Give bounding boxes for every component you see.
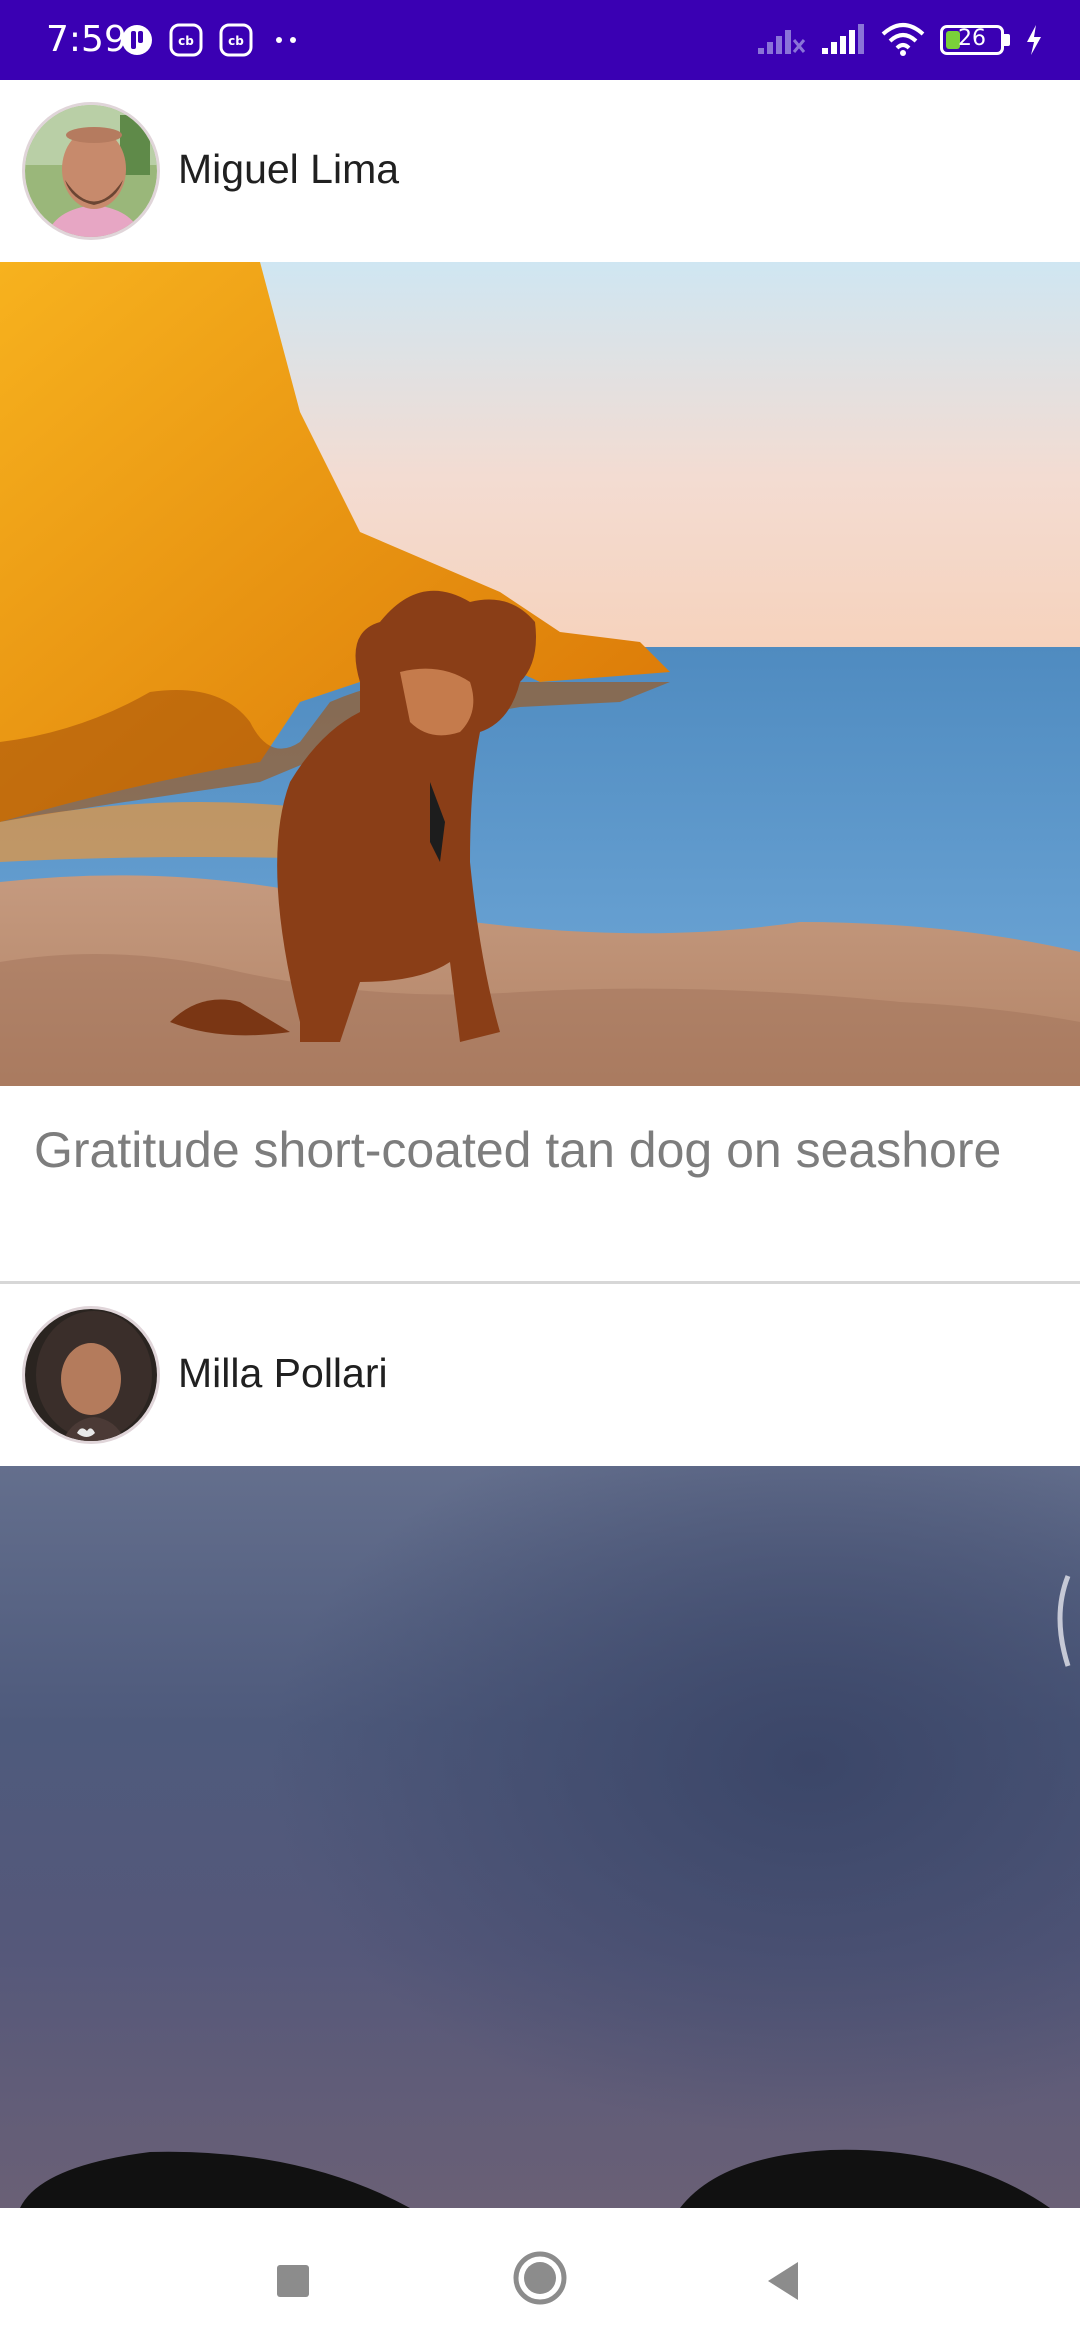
more-dots-icon	[276, 37, 296, 43]
svg-text:cb: cb	[228, 34, 244, 48]
status-right-icons: 26	[756, 16, 1044, 64]
notification-app-icon	[122, 25, 152, 55]
back-button[interactable]	[754, 2250, 816, 2312]
avatar[interactable]	[22, 102, 160, 240]
post-caption: Gratitude short-coated tan dog on seasho…	[34, 1122, 1002, 1178]
dog-on-beach-photo[interactable]	[0, 262, 1080, 1086]
cb-icon: cb	[219, 23, 253, 57]
svg-text:cb: cb	[178, 34, 194, 48]
post-header[interactable]: Miguel Lima	[0, 80, 1080, 262]
author-name[interactable]: Milla Pollari	[178, 1348, 388, 1398]
status-left-icons: cb cb	[120, 16, 304, 64]
signal-bars-icon	[822, 24, 864, 54]
author-name[interactable]: Miguel Lima	[178, 144, 399, 194]
signal-no-service-icon	[758, 30, 806, 54]
dog-ears-dusk-photo[interactable]	[0, 1466, 1080, 2208]
status-time: 7:59	[46, 19, 127, 60]
cb-icon: cb	[169, 23, 203, 57]
navigation-bar	[0, 2208, 1080, 2340]
avatar[interactable]	[22, 1306, 160, 1444]
status-bar: 7:59 cb cb 26	[0, 0, 1080, 80]
wifi-icon	[881, 23, 925, 56]
charging-bolt-icon	[1027, 25, 1041, 55]
recents-button[interactable]	[262, 2250, 324, 2312]
battery-icon: 26	[940, 25, 1010, 55]
post-header[interactable]: Milla Pollari	[0, 1284, 1080, 1466]
battery-level: 26	[958, 26, 986, 51]
home-button[interactable]	[508, 2246, 572, 2310]
